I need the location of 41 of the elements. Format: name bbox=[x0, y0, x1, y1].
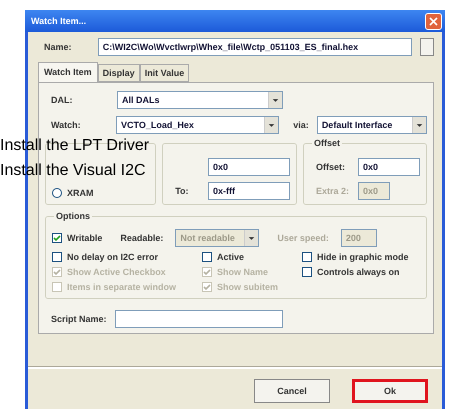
window-title: Watch Item... bbox=[31, 16, 86, 26]
tab[interactable]: Init Value bbox=[140, 64, 190, 82]
field-label: Offset: bbox=[315, 162, 346, 172]
to-field[interactable]: 0x-fff bbox=[208, 182, 290, 200]
field-label: Name: bbox=[43, 42, 73, 52]
checkbox-option[interactable]: No delay on I2C error bbox=[52, 252, 202, 262]
watch-dropdown[interactable]: VCTO_Load_Hex bbox=[116, 116, 280, 134]
from-field[interactable]: 0x0 bbox=[208, 158, 290, 176]
interface-dropdown[interactable]: Default Interface bbox=[316, 116, 428, 134]
checkbox-option[interactable]: Active bbox=[202, 252, 302, 262]
dialog-button[interactable]: Ok bbox=[352, 379, 428, 403]
script-name-field[interactable] bbox=[114, 310, 283, 328]
radio-option[interactable]: XRAM bbox=[52, 188, 150, 198]
field-label: To: bbox=[174, 186, 189, 196]
offset-field[interactable]: 0x0 bbox=[358, 158, 420, 176]
field-label: Watch: bbox=[50, 120, 82, 130]
field-label: Readable: bbox=[119, 233, 164, 243]
checkbox-icon[interactable] bbox=[202, 252, 212, 262]
field-label: User speed: bbox=[276, 233, 329, 243]
dialog-button[interactable]: Cancel bbox=[254, 379, 330, 403]
checkbox-icon[interactable] bbox=[52, 233, 62, 243]
radio-icon[interactable] bbox=[52, 188, 62, 198]
name-field[interactable]: C:\WI2C\Wo\Wvctlwrp\Whex_file\Wctp_051103_ES_final.hex bbox=[98, 38, 412, 56]
group-title: Offset bbox=[312, 138, 342, 148]
checkbox-icon[interactable] bbox=[52, 252, 62, 262]
tab[interactable]: Watch Item bbox=[38, 62, 98, 82]
checkbox-option[interactable]: Hide in graphic mode bbox=[302, 252, 420, 262]
close-icon[interactable] bbox=[429, 16, 438, 26]
browse-button[interactable] bbox=[420, 38, 434, 56]
dal-dropdown[interactable]: All DALs bbox=[117, 91, 283, 109]
field-label: via: bbox=[292, 120, 309, 130]
checkbox-option[interactable]: Writable bbox=[52, 233, 102, 243]
field-label: Script Name: bbox=[50, 314, 107, 324]
field-label: DAL: bbox=[50, 95, 74, 105]
checkbox-icon[interactable] bbox=[302, 267, 312, 277]
checkbox-option[interactable]: Controls always on bbox=[302, 267, 420, 277]
checkbox-icon[interactable] bbox=[302, 252, 312, 262]
field-label: Extra 2: bbox=[315, 186, 350, 196]
close-button[interactable] bbox=[425, 12, 442, 30]
tab[interactable]: Display bbox=[98, 64, 140, 82]
group-title: Options bbox=[54, 211, 92, 221]
